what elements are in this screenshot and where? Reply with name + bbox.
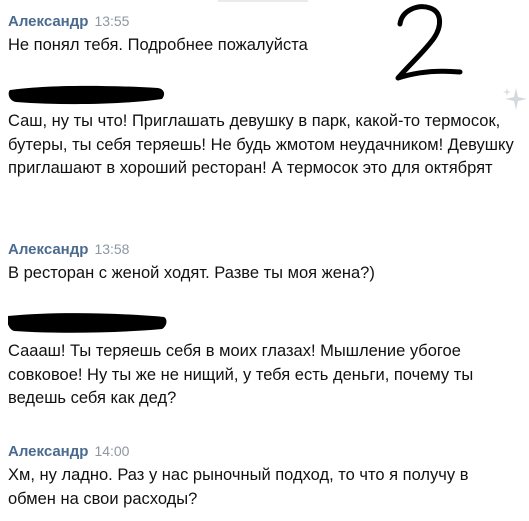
author-name[interactable]: Александр bbox=[8, 241, 88, 258]
redacted-author-name bbox=[8, 313, 167, 333]
message-header: Александр 13:58 bbox=[8, 238, 523, 260]
message-text: Хм, ну ладно. Раз у нас рыночный подход,… bbox=[8, 466, 469, 508]
message-text: Не понял тебя. Подробнее пожалуйста bbox=[8, 36, 308, 54]
message-header: Александр 14:00 bbox=[8, 440, 523, 462]
top-divider bbox=[218, 0, 308, 2]
message-time: 14:00 bbox=[94, 443, 130, 459]
message-3: Александр 13:58 В ресторан с женой ходят.… bbox=[8, 238, 523, 286]
author-name[interactable]: Александр bbox=[8, 443, 88, 460]
message-text: Сааaш! Ты теряешь себя в моих глазах! Мы… bbox=[8, 342, 474, 407]
message-5: Александр 14:00 Хм, ну ладно. Раз у нас р… bbox=[8, 440, 523, 511]
handwritten-number-annotation: 2 bbox=[395, 4, 463, 81]
chat-history: Александр 13:55 Не понял тебя. Подробнее … bbox=[0, 0, 529, 521]
sparkle-icon bbox=[503, 88, 527, 110]
message-text: В ресторан с женой ходят. Разве ты моя ж… bbox=[8, 264, 375, 282]
message-time: 13:55 bbox=[94, 13, 130, 29]
redacted-author-name bbox=[8, 85, 165, 105]
message-text: Саш, ну ты что! Приглашать девушку в пар… bbox=[8, 112, 514, 177]
author-name[interactable]: Александр bbox=[8, 13, 88, 30]
message-time: 13:58 bbox=[94, 241, 130, 257]
